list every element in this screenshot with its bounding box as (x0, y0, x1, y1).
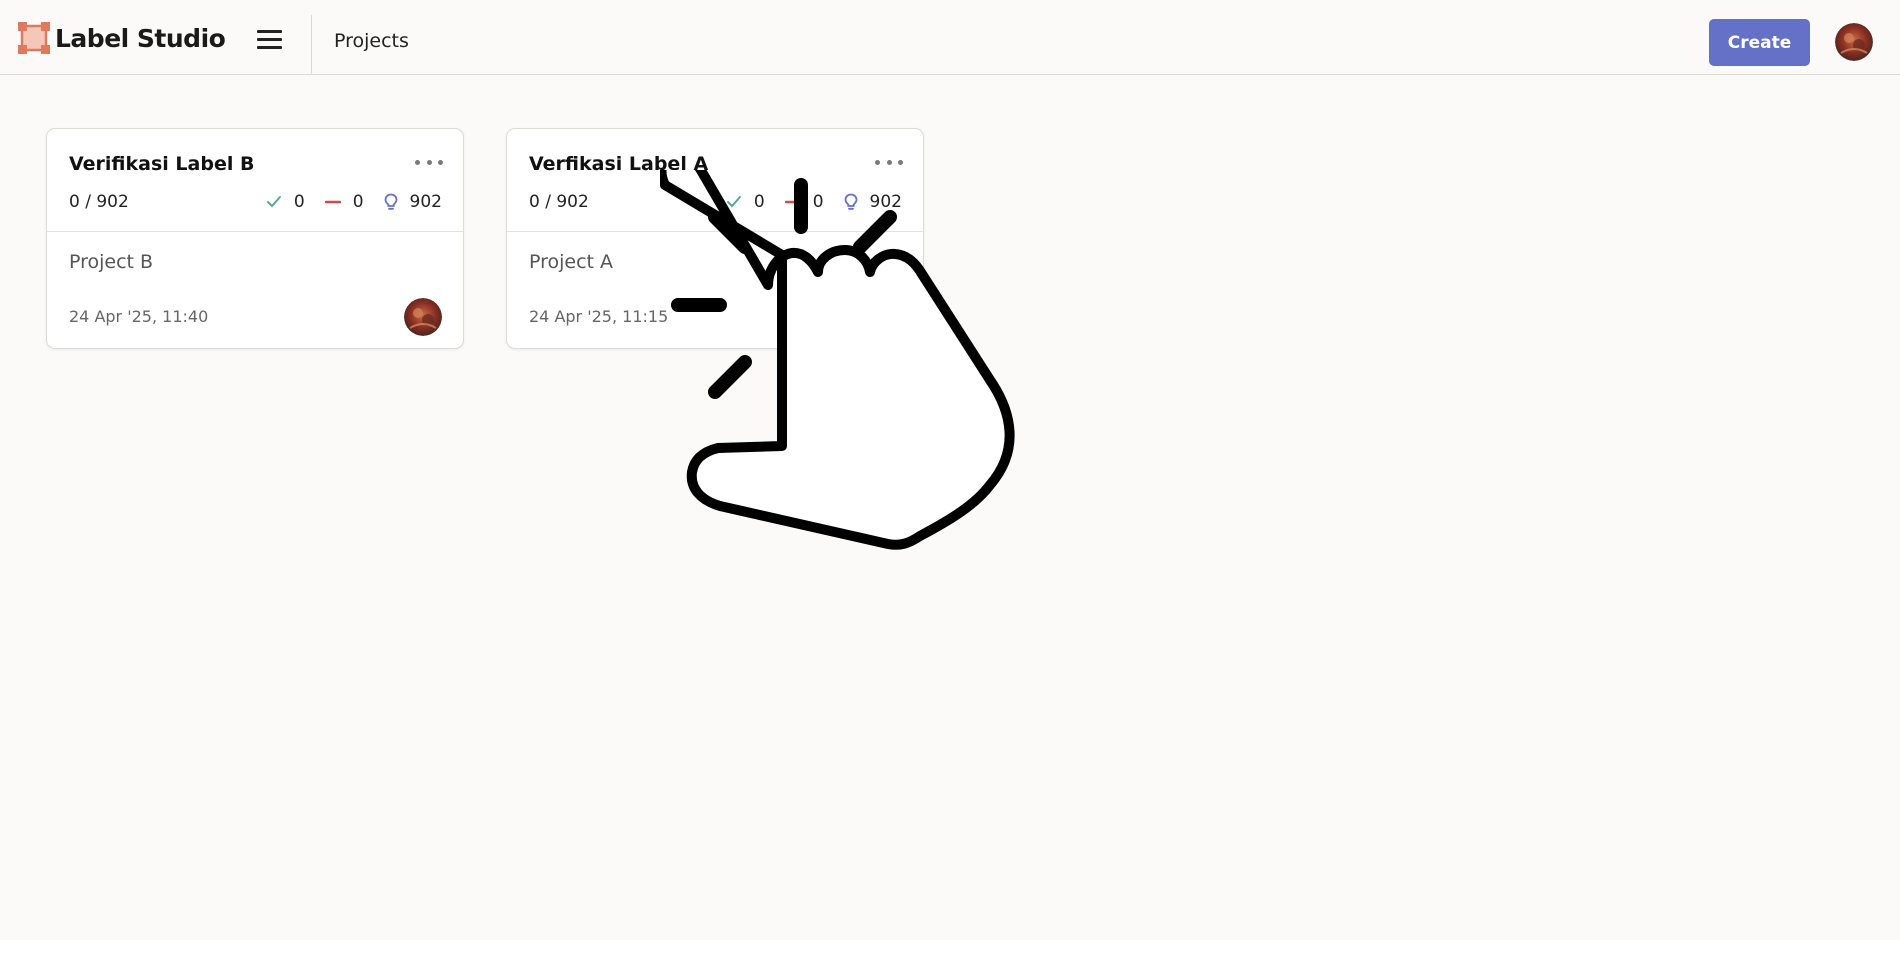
hamburger-menu-icon[interactable] (256, 28, 286, 54)
project-title: Verifikasi Label B (69, 153, 255, 175)
ellipsis-icon[interactable] (415, 157, 443, 167)
app-window: Label Studio Projects Create Verifikasi … (0, 0, 1900, 965)
completed-stat: 0 (726, 192, 765, 212)
skipped-stat: 0 (324, 192, 364, 212)
completed-count: 0 (293, 192, 305, 212)
lightbulb-icon (844, 193, 857, 210)
predictions-count: 902 (869, 192, 902, 212)
user-avatar[interactable] (1835, 23, 1873, 61)
card-header: Verfikasi Label A 0 / 902 0 0 902 (507, 129, 923, 232)
task-progress: 0 / 902 (69, 192, 129, 212)
project-title: Verfikasi Label A (529, 153, 709, 175)
predictions-stat: 902 (844, 192, 902, 212)
project-date: 24 Apr '25, 11:40 (69, 307, 209, 326)
project-description: Project A (529, 251, 614, 273)
owner-avatar (864, 298, 902, 336)
predictions-stat: 902 (384, 192, 442, 212)
avatar-image (864, 298, 902, 336)
completed-count: 0 (753, 192, 765, 212)
lightbulb-icon (384, 193, 397, 210)
avatar-image (404, 298, 442, 336)
bottom-strip (0, 940, 1900, 965)
card-stats: 0 0 902 (706, 191, 902, 213)
predictions-count: 902 (409, 192, 442, 212)
top-navigation-bar: Label Studio Projects Create (0, 0, 1900, 75)
brand[interactable]: Label Studio (18, 22, 226, 54)
task-progress: 0 / 902 (529, 192, 589, 212)
avatar-image (1835, 23, 1873, 61)
project-date: 24 Apr '25, 11:15 (529, 307, 669, 326)
project-description: Project B (69, 251, 154, 273)
completed-stat: 0 (266, 192, 305, 212)
check-icon (726, 196, 741, 208)
card-stats: 0 0 902 (246, 191, 442, 213)
skipped-stat: 0 (784, 192, 824, 212)
breadcrumb-projects[interactable]: Projects (334, 30, 409, 52)
skipped-count: 0 (812, 192, 824, 212)
skipped-count: 0 (352, 192, 364, 212)
create-project-button[interactable]: Create (1709, 19, 1810, 66)
minus-icon (324, 200, 341, 204)
project-card[interactable]: Verifikasi Label B 0 / 902 0 0 902 Proje… (46, 128, 464, 349)
card-header: Verifikasi Label B 0 / 902 0 0 902 (47, 129, 463, 232)
owner-avatar (404, 298, 442, 336)
ellipsis-icon[interactable] (875, 157, 903, 167)
label-studio-logo-icon (18, 22, 50, 54)
check-icon (266, 196, 281, 208)
header-divider (311, 15, 312, 74)
brand-name: Label Studio (55, 23, 226, 53)
project-card[interactable]: Verfikasi Label A 0 / 902 0 0 902 Projec… (506, 128, 924, 349)
minus-icon (784, 200, 801, 204)
